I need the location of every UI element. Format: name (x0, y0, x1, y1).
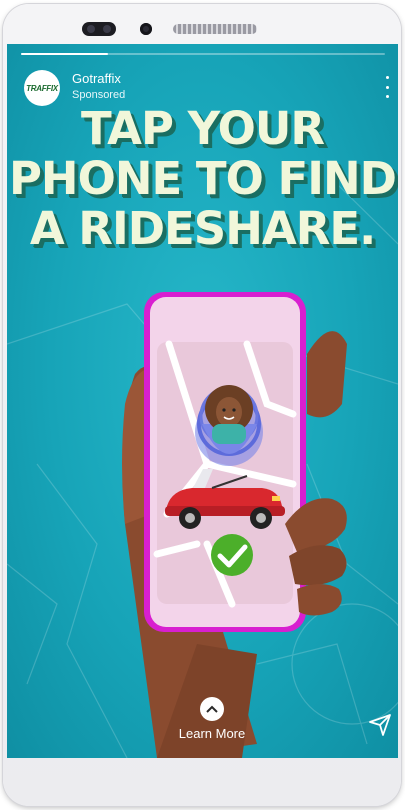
paper-plane-icon[interactable] (367, 712, 393, 738)
checkmark-icon (211, 534, 253, 576)
earpiece (82, 22, 116, 36)
device-frame: TRAFFIX Gotraffix Sponsored TAP YOUR PHO… (3, 4, 401, 806)
ad-illustration (122, 292, 347, 758)
speaker-grille (173, 24, 257, 34)
learn-more-label[interactable]: Learn More (157, 726, 267, 741)
story-ad-screen[interactable]: TRAFFIX Gotraffix Sponsored TAP YOUR PHO… (7, 44, 398, 758)
learn-more-cta[interactable]: Learn More (157, 697, 267, 741)
front-camera (140, 23, 152, 35)
chevron-up-icon[interactable] (200, 697, 224, 721)
